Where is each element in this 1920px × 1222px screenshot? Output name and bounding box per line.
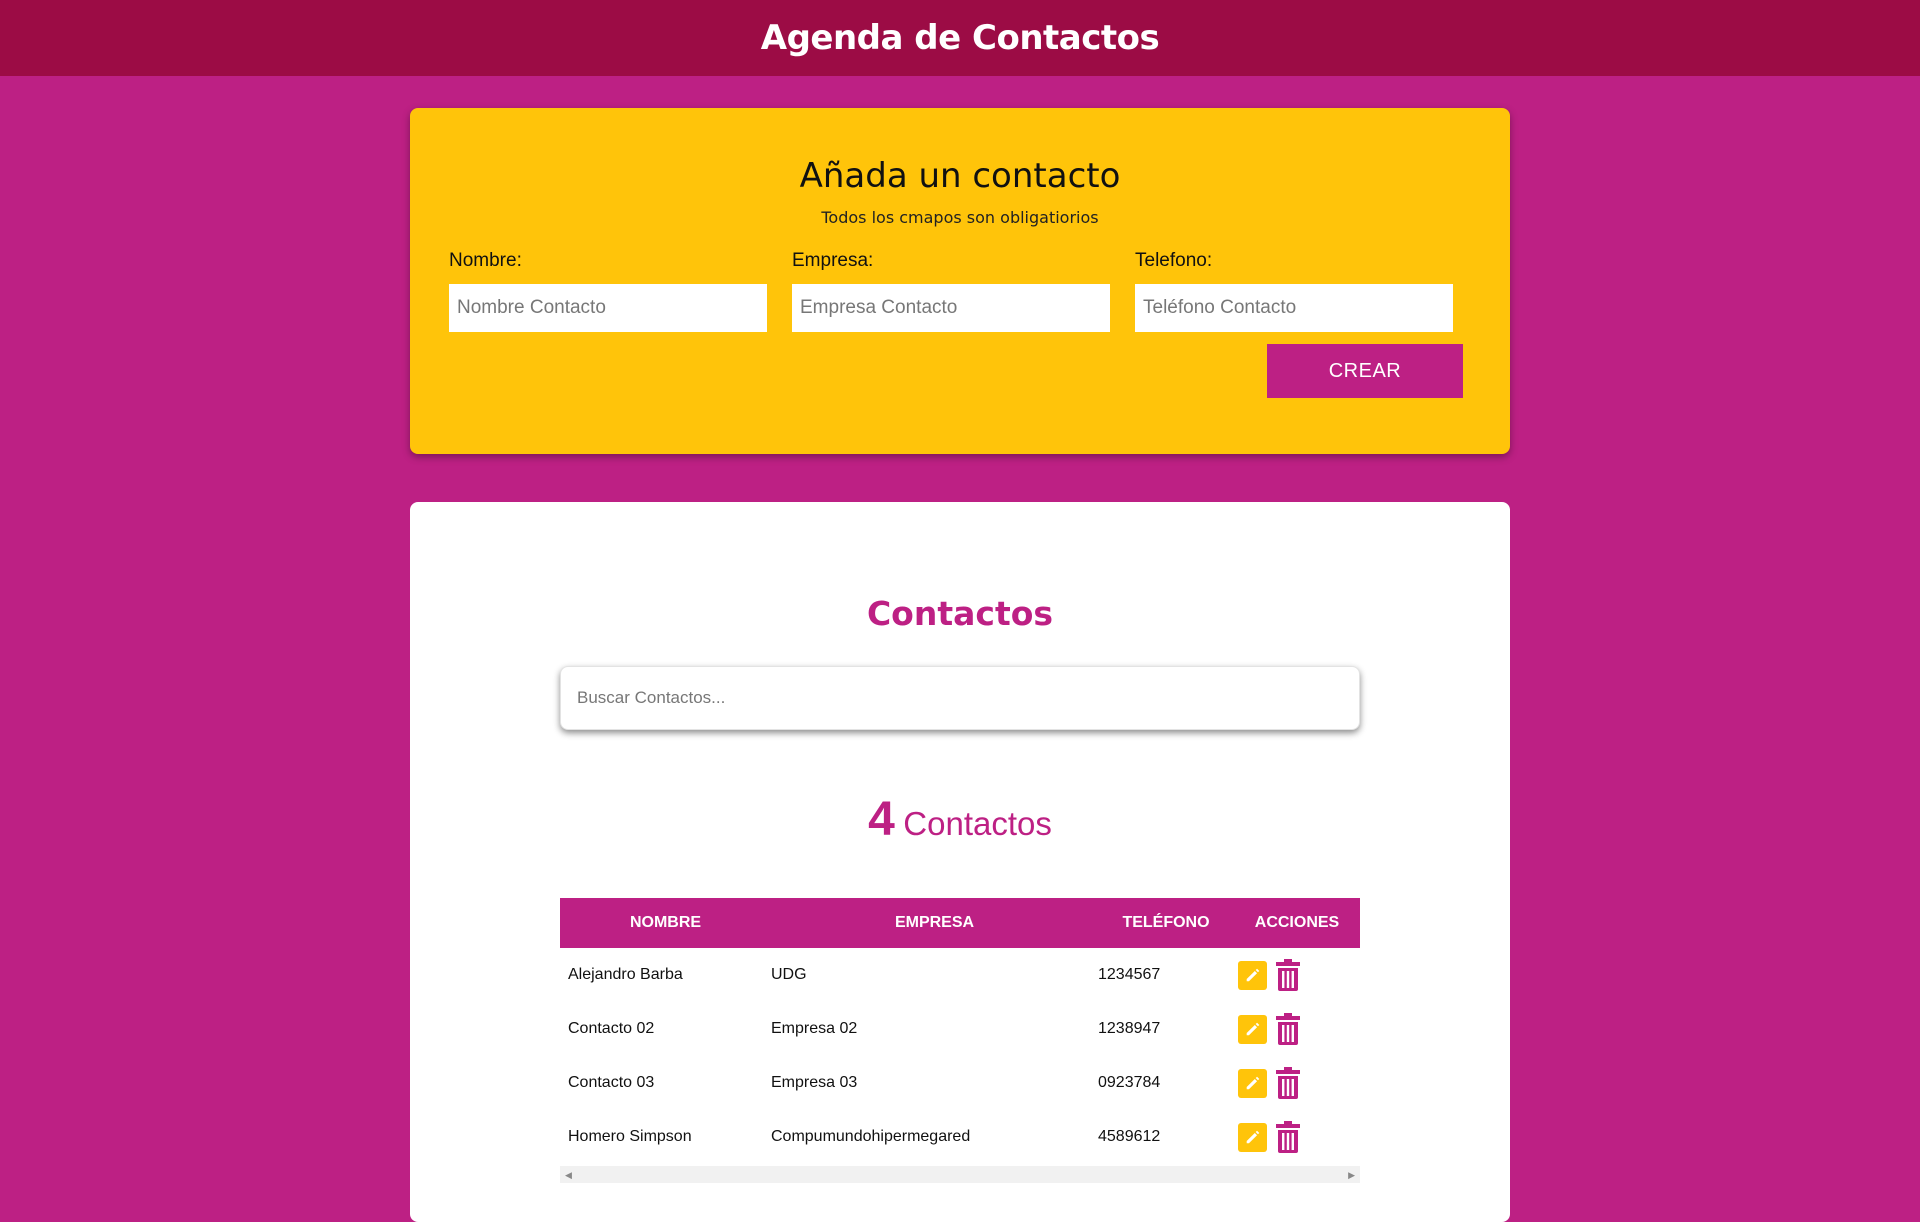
table-row: Alejandro Barba UDG 1234567 bbox=[560, 948, 1360, 1002]
row-actions bbox=[1234, 958, 1360, 992]
cell-empresa: Compumundohipermegared bbox=[771, 1128, 971, 1145]
contacts-count-number: 4 bbox=[868, 793, 895, 846]
trash-icon bbox=[1276, 1013, 1300, 1045]
empresa-label: Empresa: bbox=[792, 250, 874, 271]
cell-empresa: Empresa 02 bbox=[771, 1020, 858, 1037]
add-contact-form: Añada un contacto Todos los cmapos son o… bbox=[410, 108, 1510, 454]
cell-telefono: 1234567 bbox=[1098, 966, 1161, 983]
form-subtitle: Todos los cmapos son obligatiorios bbox=[821, 208, 1099, 227]
scroll-right-arrow-icon[interactable]: ▶ bbox=[1348, 1170, 1355, 1181]
row-actions bbox=[1234, 1120, 1360, 1154]
table-row: Homero Simpson Compumundohipermegared 4589… bbox=[560, 1110, 1360, 1164]
contacts-title: Contactos bbox=[866, 594, 1054, 633]
edit-button[interactable] bbox=[1238, 1068, 1267, 1098]
contacts-table-container: NOMBRE EMPRESA TELÉFONO ACCIONES Alejand… bbox=[560, 898, 1360, 1183]
app-header: Agenda de Contactos bbox=[0, 0, 1920, 76]
trash-icon bbox=[1276, 959, 1300, 991]
delete-button[interactable] bbox=[1273, 958, 1303, 992]
row-actions bbox=[1234, 1066, 1360, 1100]
cell-acciones bbox=[1234, 1002, 1360, 1056]
nombre-label: Nombre: bbox=[449, 250, 522, 271]
pencil-icon bbox=[1246, 968, 1259, 982]
cell-nombre: Contacto 02 bbox=[568, 1020, 655, 1037]
contacts-panel: Contactos 4 Contactos NOMBRE EMPRESA TEL… bbox=[410, 502, 1510, 1222]
cell-telefono: 4589612 bbox=[1098, 1128, 1161, 1145]
cell-acciones bbox=[1234, 948, 1360, 1002]
nombre-field: Nombre: bbox=[449, 250, 767, 332]
trash-icon bbox=[1276, 1121, 1300, 1153]
form-title: Añada un contacto bbox=[799, 156, 1121, 196]
app-title: Agenda de Contactos bbox=[760, 18, 1160, 58]
column-header-nombre: NOMBRE bbox=[629, 914, 702, 931]
telefono-label: Telefono: bbox=[1135, 250, 1213, 271]
contacts-table: NOMBRE EMPRESA TELÉFONO ACCIONES Alejand… bbox=[560, 898, 1360, 1164]
scroll-left-arrow-icon[interactable]: ◀ bbox=[565, 1170, 572, 1181]
telefono-field: Telefono: bbox=[1135, 250, 1453, 332]
horizontal-scrollbar[interactable]: ◀ ▶ bbox=[560, 1166, 1360, 1183]
cell-telefono: 0923784 bbox=[1098, 1074, 1161, 1091]
column-header-acciones: ACCIONES bbox=[1254, 914, 1340, 931]
cell-empresa: Empresa 03 bbox=[771, 1074, 858, 1091]
column-header-empresa: EMPRESA bbox=[894, 914, 975, 931]
pencil-icon bbox=[1246, 1022, 1259, 1036]
empresa-input[interactable] bbox=[792, 284, 1110, 332]
trash-icon bbox=[1276, 1067, 1300, 1099]
cell-empresa: UDG bbox=[771, 966, 807, 983]
cell-nombre: Homero Simpson bbox=[568, 1128, 692, 1145]
cell-telefono: 1238947 bbox=[1098, 1020, 1161, 1037]
column-header-telefono: TELÉFONO bbox=[1122, 914, 1210, 931]
cell-acciones bbox=[1234, 1056, 1360, 1110]
table-row: Contacto 02 Empresa 02 1238947 bbox=[560, 1002, 1360, 1056]
delete-button[interactable] bbox=[1273, 1066, 1303, 1100]
table-header-row: NOMBRE EMPRESA TELÉFONO ACCIONES bbox=[560, 898, 1360, 948]
delete-button[interactable] bbox=[1273, 1012, 1303, 1046]
search-input[interactable] bbox=[560, 666, 1360, 730]
edit-button[interactable] bbox=[1238, 1014, 1267, 1044]
pencil-icon bbox=[1246, 1130, 1259, 1144]
cell-nombre: Contacto 03 bbox=[568, 1074, 655, 1091]
pencil-icon bbox=[1246, 1076, 1259, 1090]
nombre-input[interactable] bbox=[449, 284, 767, 332]
contacts-count: 4 Contactos bbox=[410, 792, 1510, 847]
crear-button[interactable]: CREAR bbox=[1267, 344, 1463, 398]
telefono-input[interactable] bbox=[1135, 284, 1453, 332]
contacts-count-label: Contactos bbox=[903, 805, 1052, 842]
cell-nombre: Alejandro Barba bbox=[568, 966, 683, 983]
empresa-field: Empresa: bbox=[792, 250, 1110, 332]
cell-acciones bbox=[1234, 1110, 1360, 1164]
edit-button[interactable] bbox=[1238, 960, 1267, 990]
table-row: Contacto 03 Empresa 03 0923784 bbox=[560, 1056, 1360, 1110]
delete-button[interactable] bbox=[1273, 1120, 1303, 1154]
edit-button[interactable] bbox=[1238, 1122, 1267, 1152]
row-actions bbox=[1234, 1012, 1360, 1046]
